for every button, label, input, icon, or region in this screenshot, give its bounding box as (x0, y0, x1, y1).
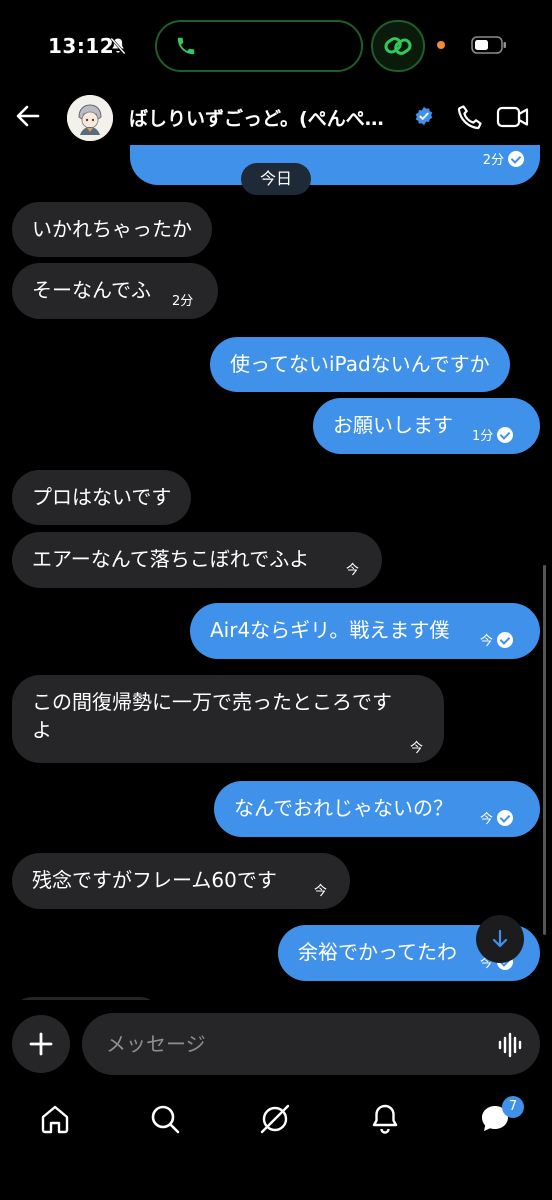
phone-icon (177, 37, 195, 55)
message-composer (0, 1000, 552, 1090)
dynamic-island-call[interactable] (155, 20, 363, 72)
notifications-bell-icon[interactable] (368, 1102, 402, 1136)
add-attachment-button[interactable] (12, 1015, 70, 1073)
message-timestamp: 今 (314, 884, 328, 899)
message-bubble-incoming[interactable]: プロはないです (12, 470, 192, 525)
message-bubble-incoming[interactable]: この間復帰勢に一万で売ったところです よ 今 (12, 675, 444, 763)
message-text: よ (32, 718, 52, 742)
message-bubble-incoming[interactable]: いかれちゃったか (12, 202, 212, 257)
unread-badge: 7 (502, 1096, 524, 1118)
message-input[interactable] (82, 1013, 540, 1075)
message-timestamp: 2分 (483, 147, 524, 175)
privacy-indicator-dot (437, 41, 445, 49)
chat-header: ばしりいずごっど。(ぺんぺ… (0, 92, 552, 144)
message-text: いかれちゃったか (32, 217, 192, 241)
message-bubble-outgoing[interactable]: Air4ならギリ。戦えます僕 今 (190, 603, 540, 659)
scroll-to-bottom-button[interactable] (476, 915, 524, 963)
back-arrow-icon[interactable] (14, 102, 42, 130)
voice-message-icon[interactable] (497, 1032, 523, 1058)
status-time: 13:12 (48, 34, 115, 58)
chat-title[interactable]: ばしりいずごっど。(ぺんぺ… (129, 104, 409, 131)
read-check-icon (508, 151, 524, 167)
message-text: そーなんでふ (32, 278, 151, 302)
message-text: 余裕でかってたわ (298, 940, 457, 964)
verified-badge-icon (415, 106, 433, 126)
message-text: 残念ですがフレーム60です (32, 868, 277, 892)
message-text: プロはないです (32, 485, 172, 509)
status-bar: 13:12 (0, 0, 552, 92)
bell-off-icon (110, 37, 126, 55)
arrow-down-icon (492, 929, 508, 948)
message-text: なんでおれじゃないの？ (234, 796, 453, 820)
read-check-icon (497, 427, 514, 443)
message-timestamp: 2分 (172, 294, 194, 309)
video-call-icon[interactable] (496, 102, 530, 132)
message-timestamp: 今 (346, 563, 360, 578)
message-text: お願いします (333, 413, 453, 437)
message-bubble-incoming[interactable]: エアーなんて落ちこぼれでふよ 今 (12, 532, 382, 588)
plus-icon (29, 1032, 53, 1056)
battery-icon (471, 36, 506, 54)
date-separator: 今日 (241, 163, 311, 195)
message-bubble-outgoing[interactable]: 使ってないiPadないんですか (210, 337, 510, 392)
message-bubble-incoming[interactable]: そーなんでふ 2分 (12, 263, 218, 319)
message-bubble-outgoing[interactable]: なんでおれじゃないの？ 今 (214, 781, 540, 837)
threads-link-indicator[interactable] (371, 20, 425, 72)
message-text: Air4ならギリ。戦えます僕 (210, 618, 450, 642)
voice-call-icon[interactable] (455, 102, 485, 132)
message-text: エアーなんて落ちこぼれでふよ (32, 547, 310, 571)
scrollbar[interactable] (543, 565, 546, 935)
message-text: この間復帰勢に一万で売ったところです (32, 690, 392, 714)
bottom-navigation: 7 (0, 1090, 552, 1200)
message-text: 使ってないiPadないんですか (230, 352, 490, 376)
message-thread[interactable]: 2分 今日 いかれちゃったか そーなんでふ 2分 使ってないiPadないんですか… (0, 145, 552, 1000)
message-bubble-outgoing[interactable]: お願いします 1分 (313, 398, 540, 454)
avatar-illustration (67, 95, 113, 141)
avatar[interactable] (67, 95, 113, 141)
message-timestamp: 今 (410, 741, 424, 756)
message-timestamp: 1分 (472, 423, 514, 451)
link-icon (384, 37, 412, 55)
read-check-icon (497, 810, 514, 826)
message-bubble-incoming[interactable]: 残念ですがフレーム60です 今 (12, 853, 350, 909)
home-icon[interactable] (38, 1102, 72, 1136)
read-check-icon (497, 632, 514, 648)
message-timestamp: 今 (480, 628, 514, 656)
message-timestamp: 今 (480, 806, 514, 834)
message-bubble-outgoing[interactable]: 2分 (130, 145, 540, 185)
search-icon[interactable] (148, 1102, 182, 1136)
feeds-icon[interactable] (258, 1102, 292, 1136)
